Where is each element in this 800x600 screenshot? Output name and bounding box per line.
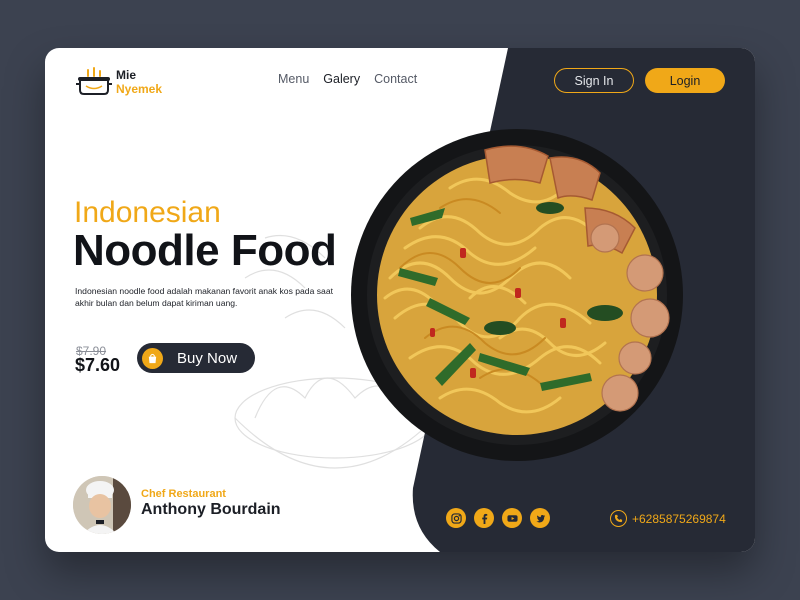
login-button[interactable]: Login (645, 68, 725, 93)
instagram-icon[interactable] (446, 508, 466, 528)
twitter-icon[interactable] (530, 508, 550, 528)
shopping-bag-icon (142, 347, 163, 369)
youtube-icon[interactable] (502, 508, 522, 528)
brand-logo[interactable]: Mie Nyemek (76, 66, 162, 98)
buy-now-label: Buy Now (177, 349, 238, 367)
hero-subtitle: Indonesian (74, 196, 221, 229)
chef-avatar (73, 476, 131, 534)
brand-name-line1: Mie (116, 68, 137, 82)
phone-number: +6285875269874 (632, 511, 726, 526)
main-nav: Menu Galery Contact (278, 72, 417, 86)
phone-icon (610, 510, 627, 527)
brand-name-line2: Nyemek (116, 82, 163, 96)
noodle-plate-image (351, 129, 683, 461)
contact-phone[interactable]: +6285875269874 (610, 510, 726, 527)
landing-card: Mie Nyemek Menu Galery Contact Sign In L… (45, 48, 755, 552)
sign-in-button[interactable]: Sign In (554, 68, 634, 93)
nav-contact[interactable]: Contact (374, 72, 417, 86)
nav-menu[interactable]: Menu (278, 72, 309, 86)
hero-description: Indonesian noodle food adalah makanan fa… (75, 286, 334, 308)
facebook-icon[interactable] (474, 508, 494, 528)
cooking-pot-icon (76, 67, 112, 95)
chef-role: Chef Restaurant (141, 488, 226, 500)
chef-name: Anthony Bourdain (141, 501, 281, 518)
current-price: $7.60 (75, 355, 121, 375)
social-links (446, 508, 550, 528)
buy-now-button[interactable]: Buy Now (137, 343, 255, 373)
hero-title: Noodle Food (73, 226, 337, 275)
nav-galery[interactable]: Galery (323, 72, 360, 86)
